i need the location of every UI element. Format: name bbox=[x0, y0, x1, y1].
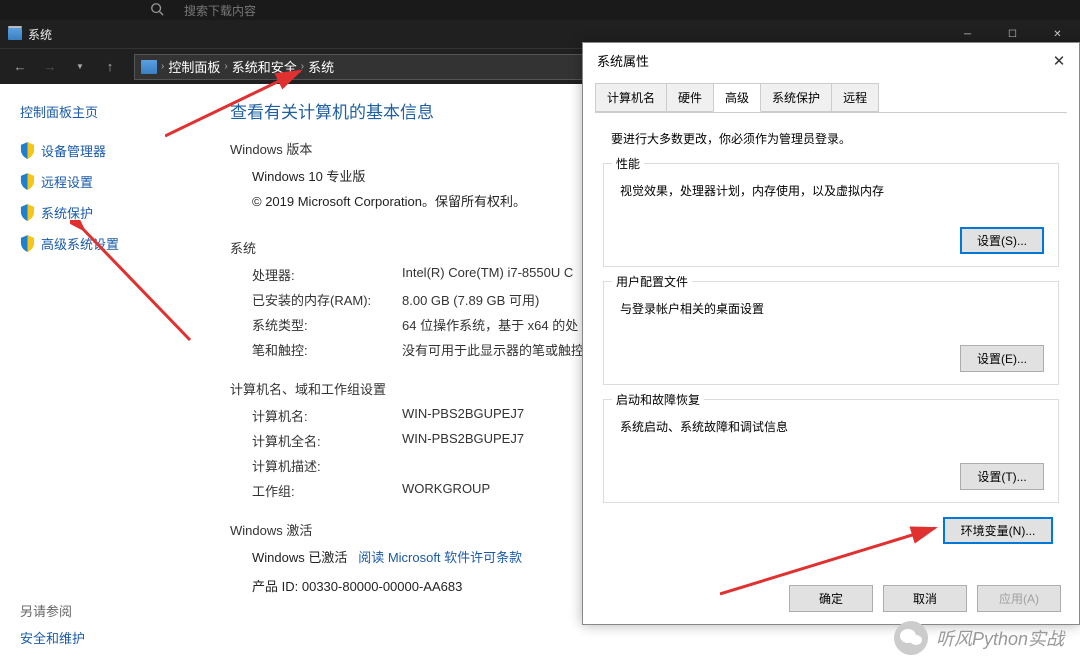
dialog-body: 要进行大多数更改，你必须作为管理员登录。 性能 视觉效果，处理器计划，内存使用，… bbox=[583, 112, 1079, 562]
cancel-button[interactable]: 取消 bbox=[883, 585, 967, 612]
shield-icon bbox=[20, 173, 35, 190]
wechat-icon bbox=[894, 621, 928, 655]
browser-top-strip: 搜索下载内容 bbox=[0, 0, 1080, 20]
breadcrumb-item[interactable]: 系统和安全 bbox=[232, 57, 297, 76]
environment-variables-button[interactable]: 环境变量(N)... bbox=[943, 517, 1053, 544]
sidebar-item-label: 高级系统设置 bbox=[41, 234, 119, 253]
breadcrumb-item[interactable]: 系统 bbox=[308, 57, 334, 76]
value: 没有可用于此显示器的笔或触控 bbox=[402, 340, 584, 359]
shield-icon bbox=[20, 204, 35, 221]
user-profiles-settings-button[interactable]: 设置(E)... bbox=[960, 345, 1044, 372]
sidebar-item-protection[interactable]: 系统保护 bbox=[20, 203, 190, 222]
label: 产品 ID: bbox=[252, 579, 298, 594]
forward-button[interactable]: → bbox=[38, 55, 62, 79]
group-title: 启动和故障恢复 bbox=[612, 391, 704, 408]
label: 计算机全名: bbox=[252, 431, 402, 450]
label: 处理器: bbox=[252, 265, 402, 284]
shield-icon bbox=[20, 142, 35, 159]
value: Intel(R) Core(TM) i7-8550U C bbox=[402, 265, 573, 284]
group-desc: 系统启动、系统故障和调试信息 bbox=[620, 418, 1044, 435]
sidebar-footer: 另请参阅 安全和维护 bbox=[20, 601, 85, 647]
breadcrumb-item[interactable]: 控制面板 bbox=[168, 57, 220, 76]
watermark-text: 听风Python实战 bbox=[936, 625, 1064, 651]
tab-advanced[interactable]: 高级 bbox=[713, 83, 761, 112]
recent-button[interactable]: ▼ bbox=[68, 55, 92, 79]
value: WIN-PBS2BGUPEJ7 bbox=[402, 431, 524, 450]
tab-remote[interactable]: 远程 bbox=[831, 83, 879, 112]
sidebar-item-label: 远程设置 bbox=[41, 172, 93, 191]
admin-note: 要进行大多数更改，你必须作为管理员登录。 bbox=[611, 130, 1059, 147]
tab-system-protection[interactable]: 系统保护 bbox=[760, 83, 832, 112]
search-placeholder: 搜索下载内容 bbox=[184, 2, 256, 19]
search-icon bbox=[150, 2, 164, 19]
group-title: 性能 bbox=[612, 155, 644, 172]
label: 计算机描述: bbox=[252, 456, 402, 475]
sidebar-item-device-manager[interactable]: 设备管理器 bbox=[20, 141, 190, 160]
dialog-title: 系统属性 bbox=[597, 51, 649, 70]
value: 64 位操作系统，基于 x64 的处 bbox=[402, 315, 578, 334]
sidebar-item-advanced[interactable]: 高级系统设置 bbox=[20, 234, 190, 253]
sidebar-item-label: 系统保护 bbox=[41, 203, 93, 222]
group-desc: 视觉效果，处理器计划，内存使用，以及虚拟内存 bbox=[620, 182, 1044, 199]
activation-status: Windows 已激活 bbox=[252, 550, 347, 565]
group-desc: 与登录帐户相关的桌面设置 bbox=[620, 300, 1044, 317]
watermark: 听风Python实战 bbox=[894, 621, 1064, 655]
value: 00330-80000-00000-AA683 bbox=[302, 579, 462, 594]
label: 已安装的内存(RAM): bbox=[252, 290, 402, 309]
group-title: 用户配置文件 bbox=[612, 273, 692, 290]
ok-button[interactable]: 确定 bbox=[789, 585, 873, 612]
shield-icon bbox=[20, 235, 35, 252]
computer-icon bbox=[141, 60, 157, 74]
sidebar-home-link[interactable]: 控制面板主页 bbox=[20, 102, 190, 121]
sidebar-item-label: 设备管理器 bbox=[41, 141, 106, 160]
license-terms-link[interactable]: 阅读 Microsoft 软件许可条款 bbox=[358, 550, 522, 565]
label: 笔和触控: bbox=[252, 340, 402, 359]
sidebar: 控制面板主页 设备管理器 远程设置 系统保护 高级系统设置 另请参阅 安全和维护 bbox=[0, 84, 210, 663]
chevron-right-icon: › bbox=[224, 61, 227, 72]
chevron-right-icon: › bbox=[161, 61, 164, 72]
label: 系统类型: bbox=[252, 315, 402, 334]
group-user-profiles: 用户配置文件 与登录帐户相关的桌面设置 设置(E)... bbox=[603, 281, 1059, 385]
window-title: 系统 bbox=[28, 26, 52, 43]
sidebar-footer-link[interactable]: 安全和维护 bbox=[20, 631, 85, 646]
performance-settings-button[interactable]: 设置(S)... bbox=[960, 227, 1044, 254]
group-startup-recovery: 启动和故障恢复 系统启动、系统故障和调试信息 设置(T)... bbox=[603, 399, 1059, 503]
tab-hardware[interactable]: 硬件 bbox=[666, 83, 714, 112]
system-properties-dialog: 系统属性 ✕ 计算机名 硬件 高级 系统保护 远程 要进行大多数更改，你必须作为… bbox=[582, 42, 1080, 625]
sidebar-item-remote[interactable]: 远程设置 bbox=[20, 172, 190, 191]
value: 8.00 GB (7.89 GB 可用) bbox=[402, 290, 539, 309]
label: 工作组: bbox=[252, 481, 402, 500]
tab-computer-name[interactable]: 计算机名 bbox=[595, 83, 667, 112]
dialog-close-button[interactable]: ✕ bbox=[1049, 52, 1069, 70]
value: WORKGROUP bbox=[402, 481, 490, 500]
dialog-footer: 确定 取消 应用(A) bbox=[789, 585, 1061, 612]
group-performance: 性能 视觉效果，处理器计划，内存使用，以及虚拟内存 设置(S)... bbox=[603, 163, 1059, 267]
system-icon bbox=[8, 28, 22, 40]
startup-settings-button[interactable]: 设置(T)... bbox=[960, 463, 1044, 490]
sidebar-footer-title: 另请参阅 bbox=[20, 601, 85, 620]
apply-button[interactable]: 应用(A) bbox=[977, 585, 1061, 612]
dialog-tabs: 计算机名 硬件 高级 系统保护 远程 bbox=[595, 83, 1067, 113]
label: 计算机名: bbox=[252, 406, 402, 425]
chevron-right-icon: › bbox=[301, 61, 304, 72]
up-button[interactable]: ↑ bbox=[98, 55, 122, 79]
value: WIN-PBS2BGUPEJ7 bbox=[402, 406, 524, 425]
back-button[interactable]: ← bbox=[8, 55, 32, 79]
